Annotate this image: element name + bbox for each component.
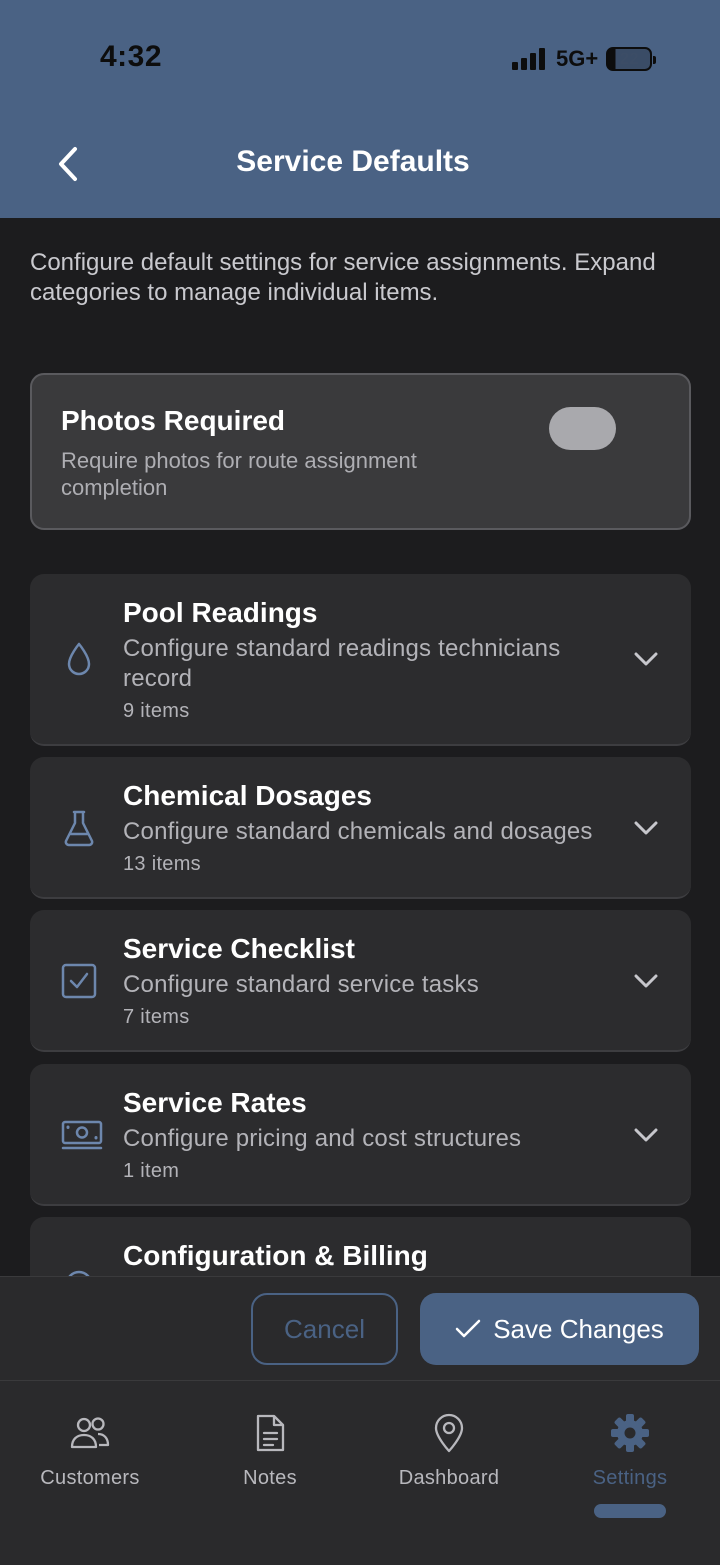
tab-bar: Customers Notes Dashboard Settings [0,1380,720,1565]
category-count: 7 items [123,1006,190,1028]
category-count: 9 items [123,700,190,722]
category-description: Configure standard chemicals and dosages [123,818,593,845]
water-drop-icon [60,640,98,678]
category-title: Pool Readings [123,597,318,628]
tab-label: Notes [243,1467,297,1489]
page-title: Service Defaults [236,145,470,178]
category-service-checklist[interactable]: Service Checklist Configure standard ser… [30,910,691,1052]
category-title: Chemical Dosages [123,780,372,811]
gear-icon [608,1411,652,1455]
header: 4:32 5G+ 22 Service Defaults [0,0,720,218]
category-description: Configure standard readings technicians … [123,635,561,692]
category-count: 1 item [123,1160,180,1182]
tab-label: Settings [592,1467,668,1489]
network-type: 5G+ [556,46,599,71]
money-icon [60,1116,104,1154]
action-bar: Cancel Save Changes [0,1276,720,1380]
tab-dashboard[interactable]: Dashboard [369,1411,529,1490]
photos-required-toggle[interactable] [549,407,616,450]
chevron-down-icon[interactable] [630,812,662,844]
battery-level: 22 [619,49,639,68]
chevron-down-icon[interactable] [630,1119,662,1151]
status-indicators: 5G+ 22 [512,44,657,74]
category-count: 13 items [123,853,201,875]
page-description: Configure default settings for service a… [30,249,656,306]
checkbox-icon [60,962,98,1000]
category-description: Configure pricing and cost structures [123,1125,522,1152]
map-pin-icon [427,1411,471,1455]
photos-required-title: Photos Required [61,405,286,436]
chevron-down-icon[interactable] [630,965,662,997]
tab-notes[interactable]: Notes [190,1411,350,1490]
save-changes-label: Save Changes [493,1313,664,1344]
category-title: Service Checklist [123,933,355,964]
cancel-button[interactable]: Cancel [251,1293,398,1365]
tab-customers[interactable]: Customers [10,1411,170,1490]
category-title: Service Rates [123,1087,307,1118]
tab-label: Customers [40,1467,140,1489]
save-changes-button[interactable]: Save Changes [420,1293,699,1365]
photos-required-subtitle: Require photos for route assignment comp… [61,448,417,500]
document-icon [248,1411,292,1455]
chevron-down-icon[interactable] [630,643,662,675]
tab-settings[interactable]: Settings [550,1411,710,1490]
category-title: Configuration & Billing [123,1240,428,1271]
battery-icon: 22 [606,47,657,71]
signal-icon [512,48,548,70]
category-pool-readings[interactable]: Pool Readings Configure standard reading… [30,574,691,746]
active-tab-indicator [594,1504,666,1518]
users-icon [68,1411,112,1455]
checkmark-icon [455,1319,481,1338]
category-chemical-dosages[interactable]: Chemical Dosages Configure standard chem… [30,757,691,899]
flask-icon [60,809,98,847]
category-configuration-billing[interactable]: Configuration & Billing [30,1217,691,1277]
status-time: 4:32 [100,40,163,73]
category-description: Configure standard service tasks [123,971,479,998]
category-service-rates[interactable]: Service Rates Configure pricing and cost… [30,1064,691,1206]
photos-required-card: Photos Required Require photos for route… [30,373,691,530]
tab-label: Dashboard [398,1467,500,1489]
